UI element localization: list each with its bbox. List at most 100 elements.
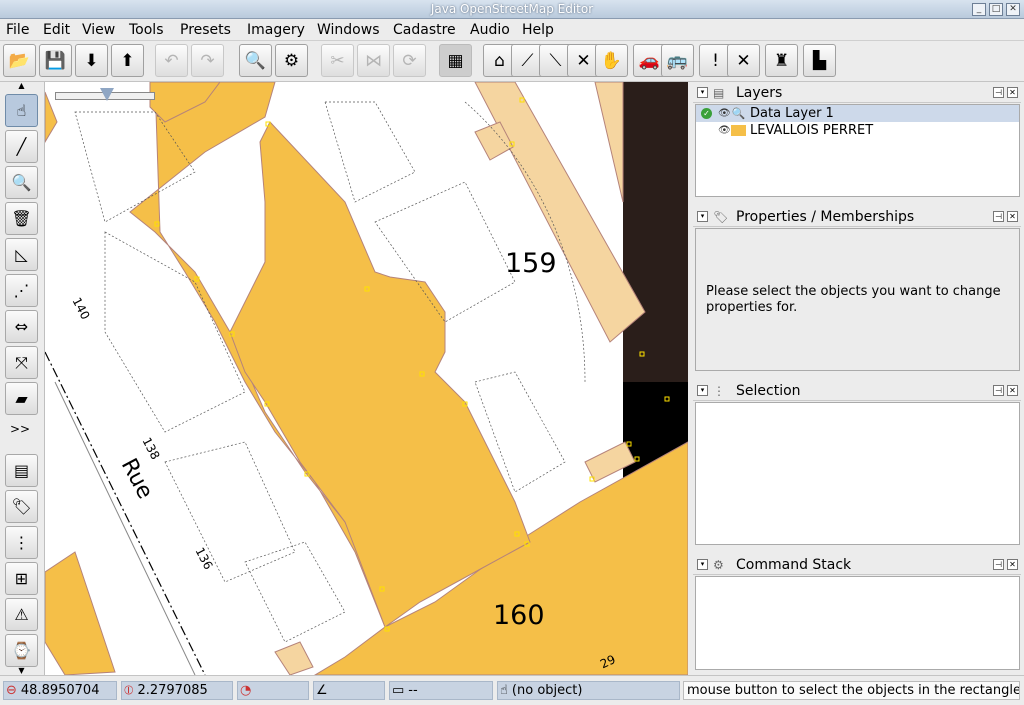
maximize-icon[interactable]: □ <box>989 3 1003 16</box>
undo-icon[interactable]: ↶ <box>155 44 188 77</box>
layers-panel-header: ▾ ▤ Layers ⊣ ✕ <box>693 83 1021 103</box>
collapse-icon[interactable]: ▾ <box>697 559 708 570</box>
area-mode-icon[interactable]: ◺ <box>5 238 38 271</box>
reverse-way-icon[interactable]: ⟳ <box>393 44 426 77</box>
history-toggle-icon[interactable]: ⌚ <box>5 634 38 667</box>
delete-mode-icon[interactable]: 🗑 <box>5 202 38 235</box>
parallel-way-icon[interactable]: ⇔ <box>5 310 38 343</box>
selection-list[interactable] <box>695 402 1020 545</box>
more-tools-icon[interactable]: >> <box>10 422 30 436</box>
layers-toggle-icon[interactable]: ▤ <box>5 454 38 487</box>
select-mode-icon[interactable]: ☝ <box>5 94 38 127</box>
address-140: 140 <box>69 295 92 322</box>
building-main-center[interactable] <box>229 121 531 628</box>
window-title: Java OpenStreetMap Editor <box>430 2 594 16</box>
menu-tools[interactable]: Tools <box>129 21 164 39</box>
detach-icon[interactable]: ⊣ <box>993 559 1004 570</box>
close-panel-icon[interactable]: ✕ <box>1007 87 1018 98</box>
restaurant-icon[interactable]: ✕ <box>727 44 760 77</box>
zoom-slider-handle[interactable] <box>100 88 114 101</box>
address-136: 136 <box>192 545 215 572</box>
layers-icon: ▤ <box>713 85 725 100</box>
heading-field: ◔ <box>237 681 309 700</box>
tags-toggle-icon[interactable]: 🏷 <box>5 490 38 523</box>
collapse-icon[interactable]: ▾ <box>697 87 708 98</box>
pointer-icon: ☝ <box>500 683 508 698</box>
map-view[interactable]: 159 160 140 138 136 29 Rue <box>45 82 688 675</box>
layer-row[interactable]: ✓ 👁 🔍 Data Layer 1 <box>696 105 1019 122</box>
data-layer-icon: 🔍 <box>731 107 746 120</box>
parcel-number-159: 159 <box>505 248 557 279</box>
detach-icon[interactable]: ⊣ <box>993 87 1004 98</box>
close-panel-icon[interactable]: ✕ <box>1007 559 1018 570</box>
collapse-icon[interactable]: ▾ <box>697 211 708 222</box>
extrude-icon[interactable]: ⤧ <box>5 346 38 379</box>
combine-way-icon[interactable]: ⋈ <box>357 44 390 77</box>
split-way-icon[interactable]: ✂ <box>321 44 354 77</box>
building-bottom-left[interactable] <box>45 551 116 675</box>
active-check-icon[interactable]: ✓ <box>701 108 712 119</box>
longitude-field: ⦶ 2.2797085 <box>121 681 233 700</box>
upload-icon[interactable]: ⬆ <box>111 44 144 77</box>
address-138: 138 <box>139 435 162 462</box>
close-icon[interactable]: ✕ <box>1006 3 1020 16</box>
menu-view[interactable]: View <box>82 21 115 39</box>
menu-presets[interactable]: Presets <box>180 21 231 39</box>
menu-edit[interactable]: Edit <box>43 21 70 39</box>
improve-way-icon[interactable]: ⋰ <box>5 274 38 307</box>
small-plot-bottom[interactable] <box>274 641 314 675</box>
panel-title: Command Stack <box>736 556 852 573</box>
hand-icon[interactable]: ✋ <box>595 44 628 77</box>
street-name-label: Rue <box>116 455 158 504</box>
selection-panel-header: ▾ ⋮ Selection ⊣ ✕ <box>693 381 1021 401</box>
cadastre-grab-icon[interactable]: ▦ <box>439 44 472 77</box>
cadastre-mode-icon[interactable]: ▰ <box>5 382 38 415</box>
download-icon[interactable]: ⬇ <box>75 44 108 77</box>
menu-file[interactable]: File <box>6 21 29 39</box>
panel-title: Layers <box>736 84 783 101</box>
relations-toggle-icon[interactable]: ⊞ <box>5 562 38 595</box>
close-panel-icon[interactable]: ✕ <box>1007 385 1018 396</box>
latitude-icon: ⊖ <box>6 683 17 698</box>
menu-cadastre[interactable]: Cadastre <box>393 21 456 39</box>
detach-icon[interactable]: ⊣ <box>993 211 1004 222</box>
latitude-value: 48.8950704 <box>20 683 100 698</box>
draw-mode-icon[interactable]: ╱ <box>5 130 38 163</box>
cadastre-layer-icon <box>731 125 746 136</box>
command-stack-list[interactable] <box>695 576 1020 670</box>
visibility-eye-icon[interactable]: 👁 <box>718 125 731 136</box>
castle-icon[interactable]: ♜ <box>765 44 798 77</box>
redo-icon[interactable]: ↷ <box>191 44 224 77</box>
collapse-icon[interactable]: ▾ <box>697 385 708 396</box>
preferences-icon[interactable]: ⚙ <box>275 44 308 77</box>
menu-imagery[interactable]: Imagery <box>247 21 305 39</box>
bus-icon[interactable]: 🚌 <box>661 44 694 77</box>
road-strip-top[interactable] <box>594 82 624 203</box>
detach-icon[interactable]: ⊣ <box>993 385 1004 396</box>
conflict-toggle-icon[interactable]: ⚠ <box>5 598 38 631</box>
zoom-preview-icon[interactable]: 🔍 <box>239 44 272 77</box>
panel-title: Properties / Memberships <box>736 208 915 225</box>
menu-help[interactable]: Help <box>522 21 554 39</box>
zoom-mode-icon[interactable]: 🔍 <box>5 166 38 199</box>
scroll-up-icon[interactable]: ▲ <box>5 82 38 90</box>
ruler-icon: ▭ <box>392 683 405 698</box>
menu-windows[interactable]: Windows <box>317 21 380 39</box>
save-icon[interactable]: 💾 <box>39 44 72 77</box>
industrial-icon[interactable]: ▙ <box>803 44 836 77</box>
command-stack-icon: ⚙ <box>713 557 724 572</box>
menu-audio[interactable]: Audio <box>470 21 510 39</box>
minimize-icon[interactable]: _ <box>972 3 986 16</box>
layer-row[interactable]: 👁 LEVALLOIS PERRET <box>696 122 1019 139</box>
scroll-down-icon[interactable]: ▼ <box>5 667 38 675</box>
open-icon[interactable]: 📂 <box>3 44 36 77</box>
object-field: ☝ (no object) <box>497 681 680 700</box>
close-panel-icon[interactable]: ✕ <box>1007 211 1018 222</box>
selection-toggle-icon[interactable]: ⋮ <box>5 526 38 559</box>
distance-field: ▭ -- <box>389 681 493 700</box>
command-stack-panel: ▾ ⚙ Command Stack ⊣ ✕ <box>693 555 1021 672</box>
tag-icon: 🏷 <box>713 209 729 224</box>
status-bar: ⊖ 48.8950704 ⦶ 2.2797085 ◔ ∠ ▭ -- ☝ (no … <box>0 675 1024 705</box>
visibility-eye-icon[interactable]: 👁 <box>718 108 731 119</box>
map-canvas[interactable]: 159 160 140 138 136 29 Rue <box>45 82 688 675</box>
